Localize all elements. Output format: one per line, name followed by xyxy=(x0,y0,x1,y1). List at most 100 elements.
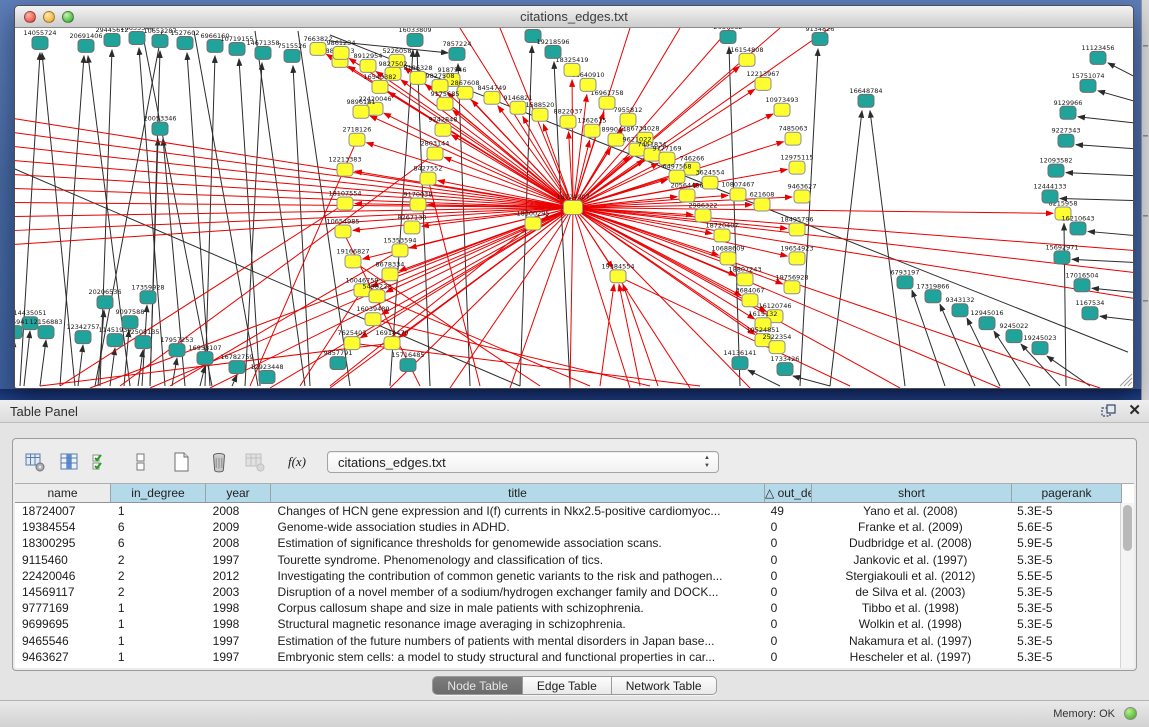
graph-node-selected[interactable] xyxy=(564,63,580,76)
new-attribute-button[interactable] xyxy=(167,448,195,476)
graph-node[interactable] xyxy=(284,49,300,62)
memory-status-indicator[interactable] xyxy=(1124,707,1137,720)
graph-node[interactable] xyxy=(858,94,874,107)
graph-node-selected[interactable] xyxy=(584,124,600,137)
graph-node-selected[interactable] xyxy=(384,337,400,350)
graph-node[interactable] xyxy=(75,331,91,344)
graph-node[interactable] xyxy=(1082,307,1098,320)
graph-node[interactable] xyxy=(1042,190,1058,203)
network-table-select[interactable]: citations_edges.txt ▲▼ xyxy=(327,451,719,473)
select-attributes-button[interactable] xyxy=(87,448,115,476)
graph-node-selected[interactable] xyxy=(365,313,381,326)
graph-node-selected[interactable] xyxy=(484,91,500,104)
graph-node[interactable] xyxy=(229,361,245,374)
graph-node-selected[interactable] xyxy=(369,290,385,303)
close-panel-icon[interactable]: ✕ xyxy=(1128,403,1141,418)
column-header-out_de[interactable]: △ out_de... xyxy=(765,484,812,503)
graph-node[interactable] xyxy=(15,326,22,339)
graph-node[interactable] xyxy=(1006,330,1022,343)
table-row[interactable]: 911546021997Tourette syndrome. Phenomeno… xyxy=(15,552,1120,568)
scrollbar-thumb[interactable] xyxy=(1123,505,1132,551)
graph-node[interactable] xyxy=(169,344,185,357)
graph-node[interactable] xyxy=(78,39,94,52)
graph-node-selected[interactable] xyxy=(360,59,376,72)
network-canvas[interactable]: 8860123891295452260589827502165433828186… xyxy=(15,28,1133,388)
graph-node-selected[interactable] xyxy=(737,273,753,286)
table-row[interactable]: 2242004622012Investigating the contribut… xyxy=(15,568,1120,584)
table-panel-titlebar[interactable]: Table Panel ✕ xyxy=(0,400,1149,423)
graph-node-selected[interactable] xyxy=(720,252,736,265)
graph-node-selected[interactable] xyxy=(785,132,801,145)
graph-node[interactable] xyxy=(229,42,245,55)
graph-node[interactable] xyxy=(925,290,941,303)
graph-node-selected[interactable] xyxy=(610,270,626,283)
tab-edge-table[interactable]: Edge Table xyxy=(523,677,612,694)
graph-node-selected[interactable] xyxy=(769,341,785,354)
network-window[interactable]: citations_edges.txt 88601238912954522605… xyxy=(14,5,1134,389)
graph-node[interactable] xyxy=(259,371,275,384)
graph-node[interactable] xyxy=(545,45,561,58)
graph-node[interactable] xyxy=(135,336,151,349)
table-row[interactable]: 1938455462009Genome-wide association stu… xyxy=(15,519,1120,535)
graph-node-selected[interactable] xyxy=(754,198,770,211)
graph-node-selected[interactable] xyxy=(774,103,790,116)
function-builder-button[interactable]: f(x) xyxy=(283,448,311,476)
network-view[interactable]: 8860123891295452260589827502165433828186… xyxy=(15,28,1133,388)
window-resize-grip[interactable] xyxy=(1120,374,1132,386)
column-header-name[interactable]: name xyxy=(15,484,111,503)
graph-node[interactable] xyxy=(777,363,793,376)
graph-node-selected[interactable] xyxy=(404,221,420,234)
network-window-titlebar[interactable]: citations_edges.txt xyxy=(15,6,1133,28)
column-header-in_degree[interactable]: in_degree xyxy=(111,484,206,503)
graph-node-selected[interactable] xyxy=(420,172,436,185)
tab-network-table[interactable]: Network Table xyxy=(612,677,716,694)
column-header-pagerank[interactable]: pagerank xyxy=(1012,484,1122,503)
graph-node[interactable] xyxy=(1054,251,1070,264)
table-settings-button[interactable] xyxy=(21,448,49,476)
graph-node-selected[interactable] xyxy=(344,337,360,350)
graph-node-selected[interactable] xyxy=(310,42,326,55)
graph-node-selected[interactable] xyxy=(510,101,526,114)
graph-node[interactable] xyxy=(407,33,423,46)
table-vertical-scrollbar[interactable] xyxy=(1120,503,1134,668)
graph-node-selected[interactable] xyxy=(564,201,583,215)
graph-node-selected[interactable] xyxy=(742,294,758,307)
table-row[interactable]: 946362711997Embryonic stem cells: a mode… xyxy=(15,649,1120,665)
graph-node-selected[interactable] xyxy=(392,244,408,257)
float-panel-icon[interactable] xyxy=(1101,404,1116,417)
graph-node-selected[interactable] xyxy=(372,80,388,93)
table-row[interactable]: 1456911722003Disruption of a novel membe… xyxy=(15,584,1120,600)
graph-node[interactable] xyxy=(732,357,748,370)
graph-node-selected[interactable] xyxy=(755,77,771,90)
graph-node[interactable] xyxy=(122,316,138,329)
graph-node[interactable] xyxy=(1048,164,1064,177)
graph-node[interactable] xyxy=(952,304,968,317)
graph-node-selected[interactable] xyxy=(789,161,805,174)
graph-node[interactable] xyxy=(152,122,168,135)
graph-node-selected[interactable] xyxy=(437,97,453,110)
graph-node[interactable] xyxy=(979,317,995,330)
graph-node[interactable] xyxy=(152,34,168,47)
graph-node-selected[interactable] xyxy=(525,217,541,230)
graph-node[interactable] xyxy=(107,334,123,347)
graph-node[interactable] xyxy=(104,33,120,46)
graph-node[interactable] xyxy=(1090,51,1106,64)
graph-node[interactable] xyxy=(897,276,913,289)
graph-node-selected[interactable] xyxy=(427,147,443,160)
graph-node-selected[interactable] xyxy=(345,255,361,268)
graph-node-selected[interactable] xyxy=(382,268,398,281)
graph-node[interactable] xyxy=(812,32,828,45)
graph-node-selected[interactable] xyxy=(532,108,548,121)
graph-node[interactable] xyxy=(38,326,54,339)
graph-node-selected[interactable] xyxy=(580,78,596,91)
graph-node-selected[interactable] xyxy=(695,209,711,222)
graph-node-selected[interactable] xyxy=(702,176,718,189)
graph-node[interactable] xyxy=(330,357,346,370)
graph-node[interactable] xyxy=(140,291,156,304)
delete-attribute-button[interactable] xyxy=(205,448,233,476)
graph-node-selected[interactable] xyxy=(599,96,615,109)
tab-node-table[interactable]: Node Table xyxy=(433,677,523,694)
table-row[interactable]: 977716911998Corpus callosum shape and si… xyxy=(15,600,1120,616)
graph-node[interactable] xyxy=(1060,106,1076,119)
table-row[interactable]: 1872400712008Changes of HCN gene express… xyxy=(15,503,1120,519)
